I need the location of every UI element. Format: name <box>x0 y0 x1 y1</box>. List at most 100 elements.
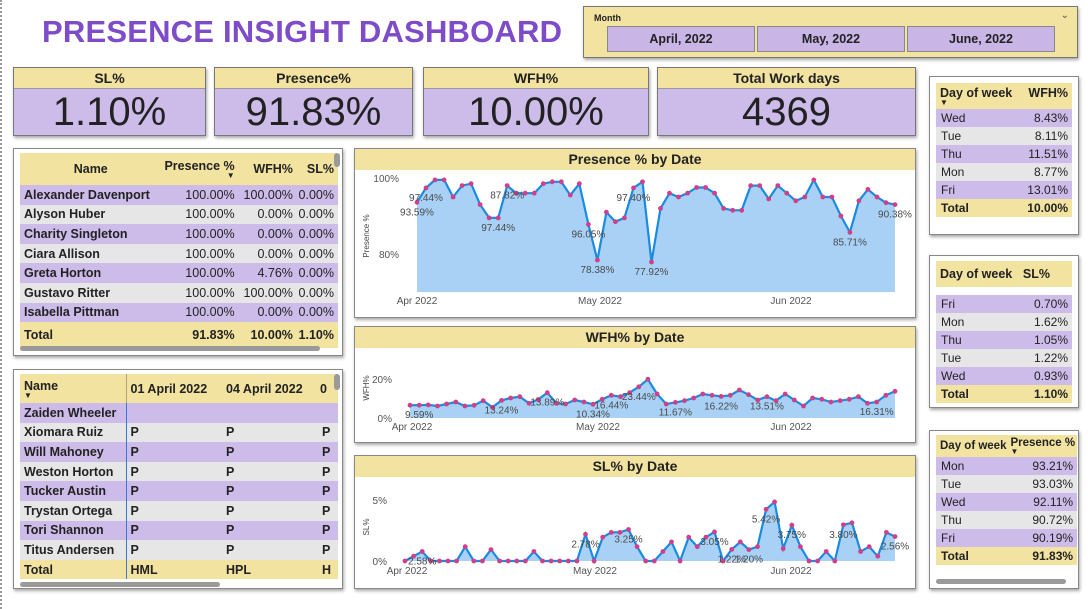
data-point <box>739 207 745 213</box>
dow-sl-table: Day of week SL% Fri 0.70% Mon 1.62% Thu 1.05… <box>936 261 1072 403</box>
data-point <box>847 229 853 235</box>
table-row[interactable]: Ciara Allison 100.00% 0.00% 0.00% <box>20 243 338 264</box>
x-tick-label: Apr 2022 <box>397 296 438 307</box>
matrix-header-name[interactable]: Name ▼ <box>20 374 127 403</box>
cell-status: P <box>130 444 139 459</box>
vertical-scrollbar[interactable] <box>334 374 340 390</box>
table-row[interactable]: Mon 1.62% <box>936 313 1072 331</box>
data-point <box>574 558 580 564</box>
cell-wfh: 0.00% <box>257 305 293 320</box>
slicer-option-may[interactable]: May, 2022 <box>757 26 905 52</box>
wfh-header[interactable]: WFH% <box>1018 83 1072 109</box>
table-row[interactable]: Mon 93.21% <box>936 457 1078 475</box>
data-point <box>883 200 889 206</box>
table-row[interactable]: Wed 92.11% <box>936 493 1078 511</box>
cell-status: P <box>226 523 235 538</box>
slicer-option-june[interactable]: June, 2022 <box>907 26 1055 52</box>
table-row[interactable]: Fri 13.01% <box>936 181 1072 199</box>
matrix-header-date[interactable]: 01 April 2022 <box>126 374 222 403</box>
data-point <box>727 392 733 398</box>
data-point <box>856 198 862 204</box>
presence-header[interactable]: Presence % ▼ <box>1006 435 1078 457</box>
cell-sl: 0.00% <box>298 305 334 320</box>
data-point <box>791 397 797 403</box>
table-row[interactable]: Tue 1.22% <box>936 349 1072 367</box>
data-point <box>892 534 898 539</box>
data-point <box>866 544 872 550</box>
table-row[interactable]: Thu 1.05% <box>936 331 1072 349</box>
header-label: Presence % <box>164 159 235 173</box>
table-row[interactable]: Wed 8.43% <box>936 109 1072 127</box>
cell-name: Trystan Ortega <box>20 500 127 521</box>
cell-day: Mon <box>941 315 965 329</box>
data-point <box>402 558 408 564</box>
matrix-row[interactable]: Tucker Austin P P P <box>20 481 338 501</box>
table-row[interactable]: Charity Singleton 100.00% 0.00% 0.00% <box>20 224 338 244</box>
matrix-row[interactable]: Trystan Ortega P P P <box>20 500 338 521</box>
data-point <box>841 522 846 528</box>
x-tick-label: Jun 2022 <box>770 296 812 307</box>
matrix-header-date[interactable]: 04 April 2022 <box>222 374 318 403</box>
dow-header[interactable]: Day of week <box>936 261 1017 287</box>
data-label: 3.05% <box>700 537 728 548</box>
table-row[interactable]: Thu 90.72% <box>936 511 1078 529</box>
table-total-row: Total 91.83% 10.00% 1.10% <box>20 322 338 349</box>
table-row[interactable]: Isabella Pittman 100.00% 0.00% 0.00% <box>20 302 338 323</box>
table-row[interactable]: Alyson Huber 100.00% 0.00% 0.00% <box>20 204 338 225</box>
table-row[interactable]: Fri 0.70% <box>936 295 1072 313</box>
dow-sl-panel: Day of week SL% Fri 0.70% Mon 1.62% Thu 1.05… <box>929 255 1079 408</box>
data-label: 9.59% <box>405 410 433 421</box>
data-point <box>856 394 861 400</box>
table-row[interactable]: Tue 8.11% <box>936 127 1072 145</box>
y-tick-label: 20% <box>372 375 392 386</box>
cell-sl: 0.00% <box>298 187 334 202</box>
table-row[interactable]: Wed 0.93% <box>936 367 1072 385</box>
cell-status: P <box>130 425 139 440</box>
data-point <box>604 209 609 215</box>
dow-header[interactable]: Day of week <box>936 435 1007 457</box>
horizontal-scrollbar[interactable] <box>20 582 220 587</box>
table-row[interactable]: Gustavo Ritter 100.00% 100.00% 0.00% <box>20 282 338 303</box>
matrix-row[interactable]: Will Mahoney P P P <box>20 442 338 462</box>
data-point <box>660 549 666 554</box>
column-header-wfh[interactable]: WFH% <box>238 153 297 185</box>
matrix-row[interactable]: Xiomara Ruiz P P P <box>20 422 338 443</box>
column-header-presence[interactable]: Presence % ▼ <box>161 153 239 185</box>
data-point <box>832 558 838 564</box>
table-row[interactable]: Thu 11.51% <box>936 145 1072 163</box>
data-point <box>676 194 681 200</box>
chevron-down-icon[interactable]: ⌄ <box>1061 10 1069 21</box>
chart-title: Presence % by Date <box>355 149 915 170</box>
slicer-option-april[interactable]: April, 2022 <box>607 26 755 52</box>
cell-status <box>126 403 222 423</box>
x-tick-label: May 2022 <box>576 422 620 433</box>
cell-status: P <box>130 464 139 479</box>
data-point <box>488 547 494 552</box>
dow-header[interactable]: Day of week ▼ <box>936 83 1019 109</box>
horizontal-scrollbar[interactable] <box>936 579 1066 584</box>
kpi-label: WFH% <box>424 68 648 89</box>
data-point <box>540 181 546 187</box>
column-header-name[interactable]: Name <box>20 153 162 185</box>
sl-header[interactable]: SL% <box>1016 261 1072 287</box>
horizontal-scrollbar[interactable] <box>20 346 320 351</box>
matrix-row[interactable]: Titus Andersen P P P <box>20 540 338 560</box>
data-point <box>437 558 442 564</box>
table-row[interactable]: Mon 8.77% <box>936 163 1072 181</box>
matrix-row[interactable]: Weston Horton P P P <box>20 461 338 482</box>
table-row[interactable]: Fri 90.19% <box>936 529 1078 547</box>
table-row[interactable]: Tue 93.03% <box>936 475 1078 493</box>
cell-sl: 0.00% <box>298 285 334 300</box>
data-point <box>823 549 829 554</box>
table-row[interactable]: Alexander Davenport 100.00% 100.00% 0.00% <box>20 185 338 205</box>
data-point <box>737 387 742 393</box>
vertical-scrollbar[interactable] <box>334 153 340 167</box>
data-point <box>694 185 699 190</box>
matrix-row[interactable]: Tori Shannon P P P <box>20 520 338 541</box>
data-point <box>454 558 459 564</box>
column-header-sl[interactable]: SL% <box>296 153 338 185</box>
matrix-row[interactable]: Zaiden Wheeler <box>20 403 338 423</box>
data-point <box>557 558 563 564</box>
table-row[interactable]: Greta Horton 100.00% 4.76% 0.00% <box>20 263 338 283</box>
data-point <box>608 392 614 398</box>
